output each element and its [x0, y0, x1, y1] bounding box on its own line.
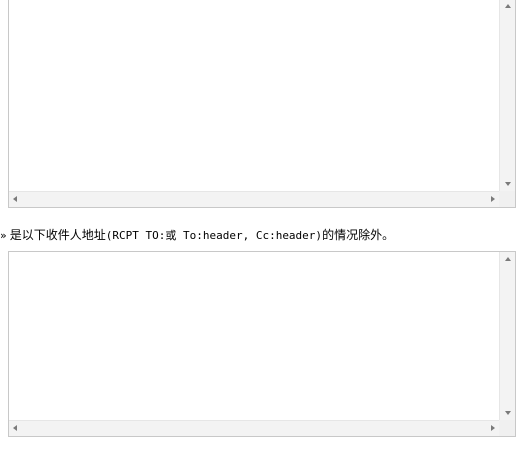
note-suffix: 的情况除外。: [322, 228, 395, 242]
note-code: (RCPT TO:或 To:header, Cc:header): [105, 229, 323, 242]
scroll-up-icon[interactable]: [505, 257, 511, 261]
scroll-down-icon[interactable]: [505, 182, 511, 186]
textarea-top-content[interactable]: [9, 0, 499, 191]
textarea-top-vertical-scrollbar[interactable]: [499, 0, 515, 191]
textarea-bottom-horizontal-scrollbar[interactable]: [9, 420, 499, 436]
note-prefix: 是以下收件人地址: [9, 228, 106, 242]
scroll-down-icon[interactable]: [505, 411, 511, 415]
scroll-up-icon[interactable]: [505, 4, 511, 8]
scroll-right-icon[interactable]: [491, 425, 495, 431]
textarea-bottom-vertical-scrollbar[interactable]: [499, 252, 515, 420]
textarea-bottom-content[interactable]: [9, 252, 499, 420]
bullet-icon: »: [0, 229, 7, 242]
recipient-exception-note: » 是以下收件人地址(RCPT TO:或 To:header, Cc:header…: [0, 226, 524, 244]
scroll-left-icon[interactable]: [13, 425, 17, 431]
scroll-left-icon[interactable]: [13, 196, 17, 202]
textarea-top-horizontal-scrollbar[interactable]: [9, 191, 499, 207]
textarea-top[interactable]: [8, 0, 516, 208]
scroll-right-icon[interactable]: [491, 196, 495, 202]
scrollbar-corner: [499, 420, 515, 436]
textarea-bottom[interactable]: [8, 251, 516, 437]
scrollbar-corner: [499, 191, 515, 207]
page: » 是以下收件人地址(RCPT TO:或 To:header, Cc:header…: [0, 0, 524, 466]
